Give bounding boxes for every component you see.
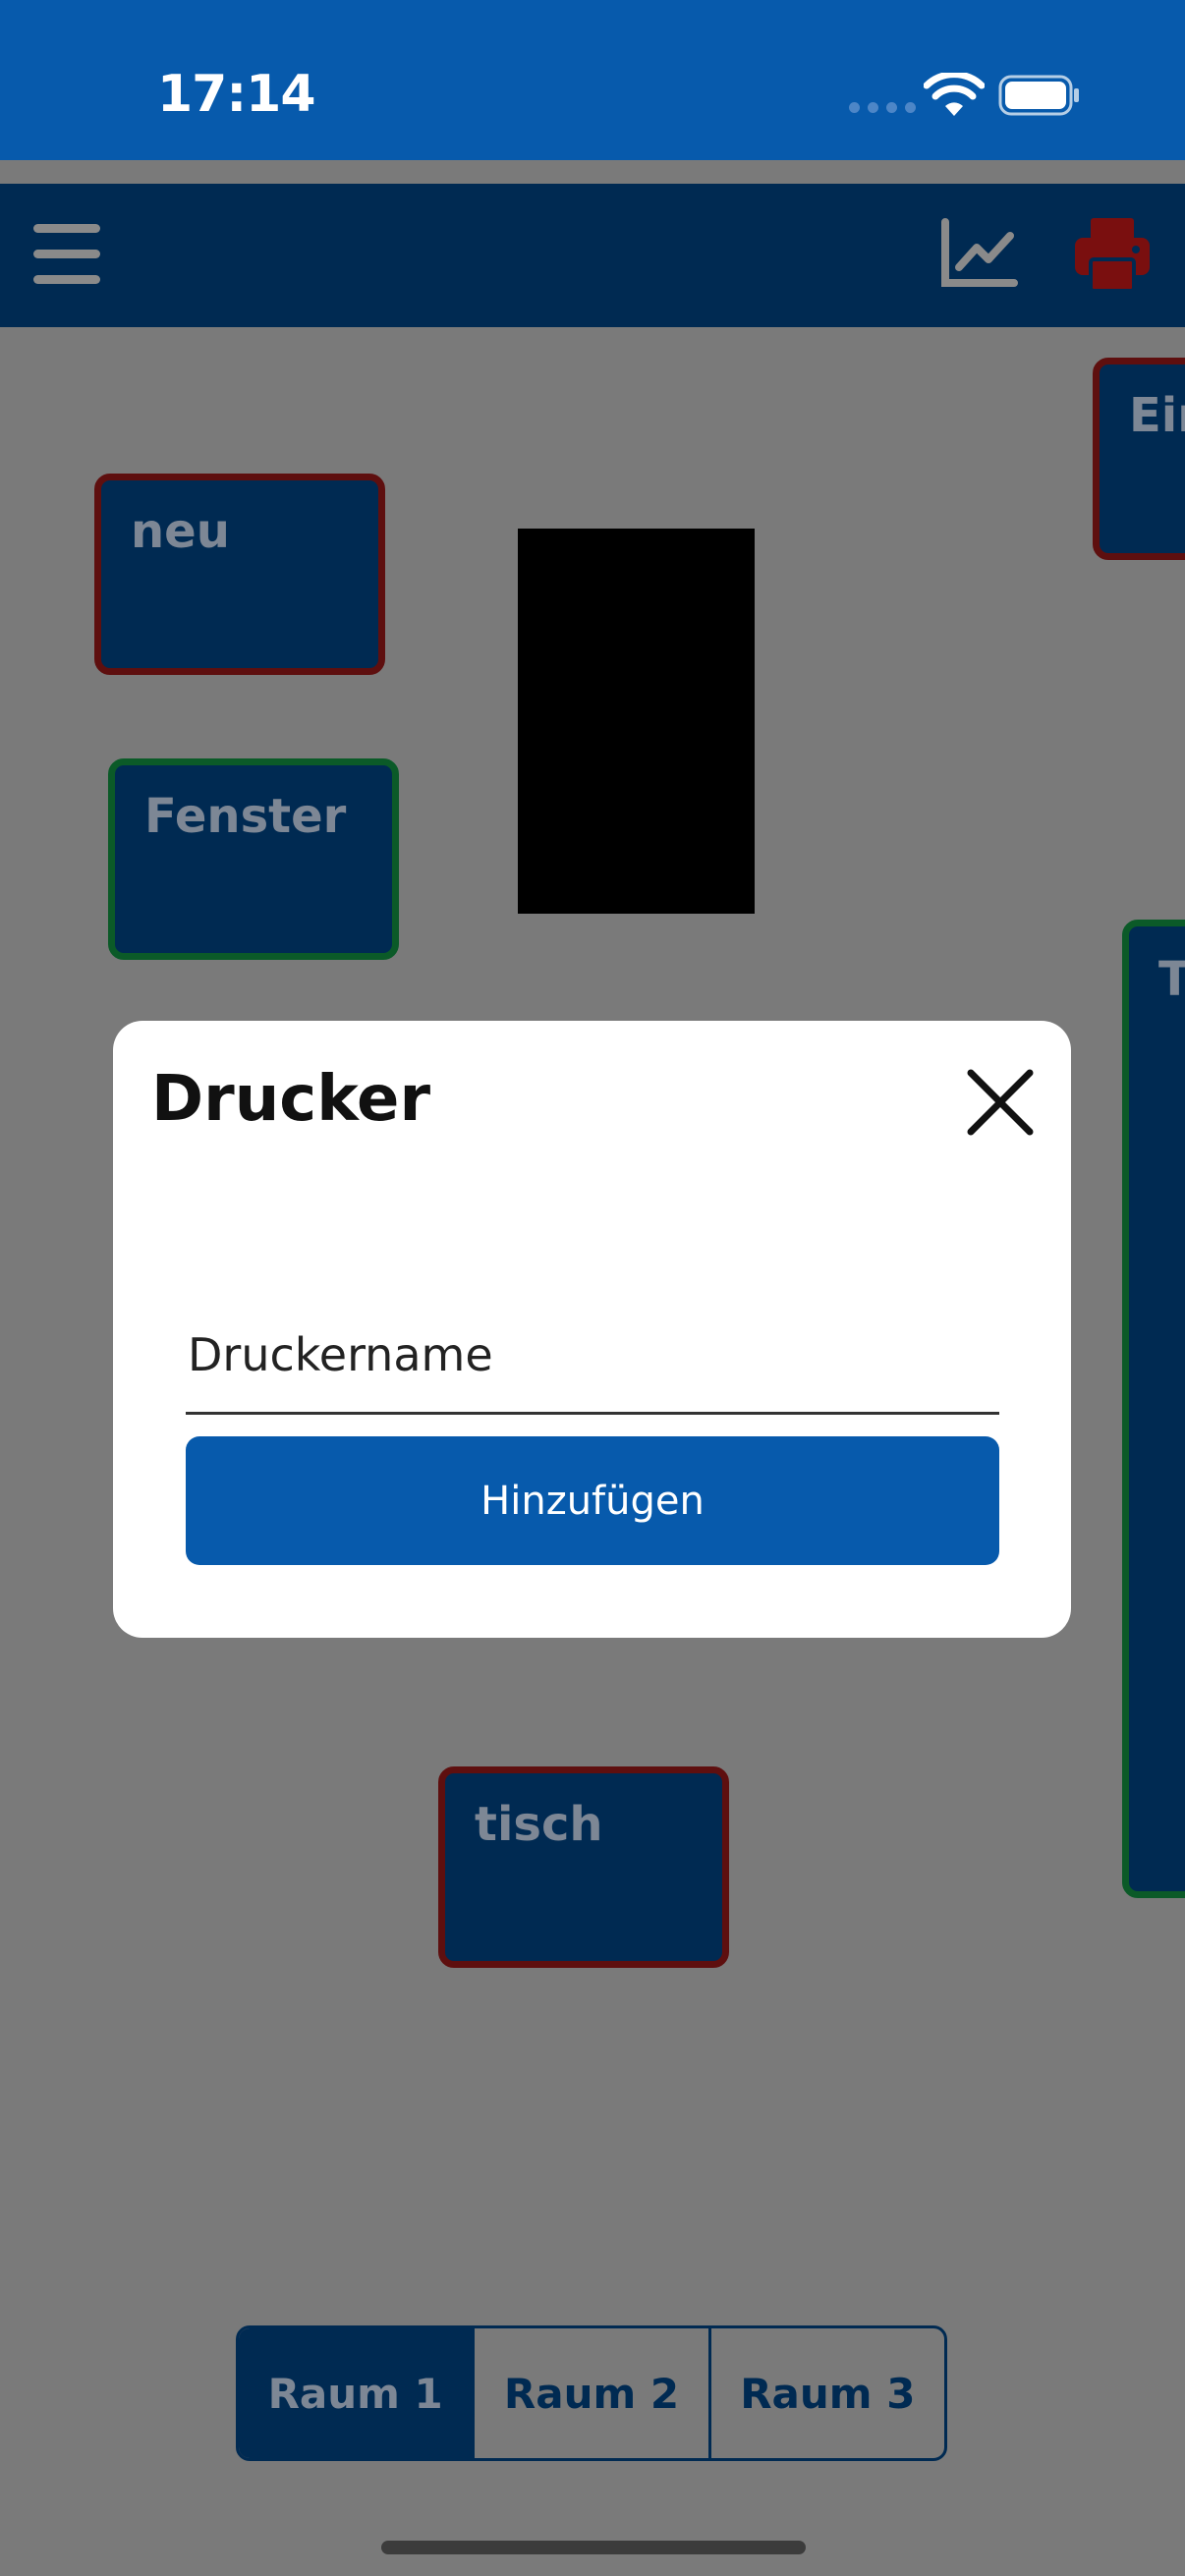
tile-label: T: [1158, 952, 1185, 1007]
printer-icon[interactable]: [1073, 216, 1152, 293]
tile-label: Ein: [1129, 388, 1185, 443]
tab-raum-3[interactable]: Raum 3: [707, 2328, 944, 2458]
battery-icon: [998, 75, 1079, 116]
tile-t[interactable]: T: [1122, 920, 1185, 1898]
signal-icon: [849, 102, 916, 114]
home-indicator: [381, 2541, 806, 2554]
add-button[interactable]: Hinzufügen: [186, 1436, 999, 1565]
tile-fenster[interactable]: Fenster: [108, 758, 399, 960]
tab-raum-1[interactable]: Raum 1: [239, 2328, 473, 2458]
tile-label: Fenster: [144, 789, 347, 844]
wifi-icon: [924, 73, 985, 116]
tile-neu[interactable]: neu: [94, 474, 385, 675]
tile-label: tisch: [475, 1797, 603, 1852]
black-object[interactable]: [518, 529, 755, 914]
printer-name-field: [186, 1316, 1003, 1415]
chart-icon[interactable]: [939, 218, 1018, 289]
menu-icon[interactable]: [33, 224, 104, 285]
tile-ein[interactable]: Ein: [1093, 358, 1185, 560]
room-selector: Raum 1 Raum 2 Raum 3: [236, 2325, 947, 2461]
tile-label: neu: [131, 504, 230, 559]
tile-tisch[interactable]: tisch: [438, 1766, 729, 1968]
tab-raum-2[interactable]: Raum 2: [472, 2328, 707, 2458]
dialog-title: Drucker: [151, 1063, 430, 1136]
status-time: 17:14: [157, 65, 316, 124]
separator-band: [0, 160, 1185, 184]
printer-name-input[interactable]: [186, 1316, 1003, 1393]
close-icon[interactable]: [963, 1065, 1038, 1140]
